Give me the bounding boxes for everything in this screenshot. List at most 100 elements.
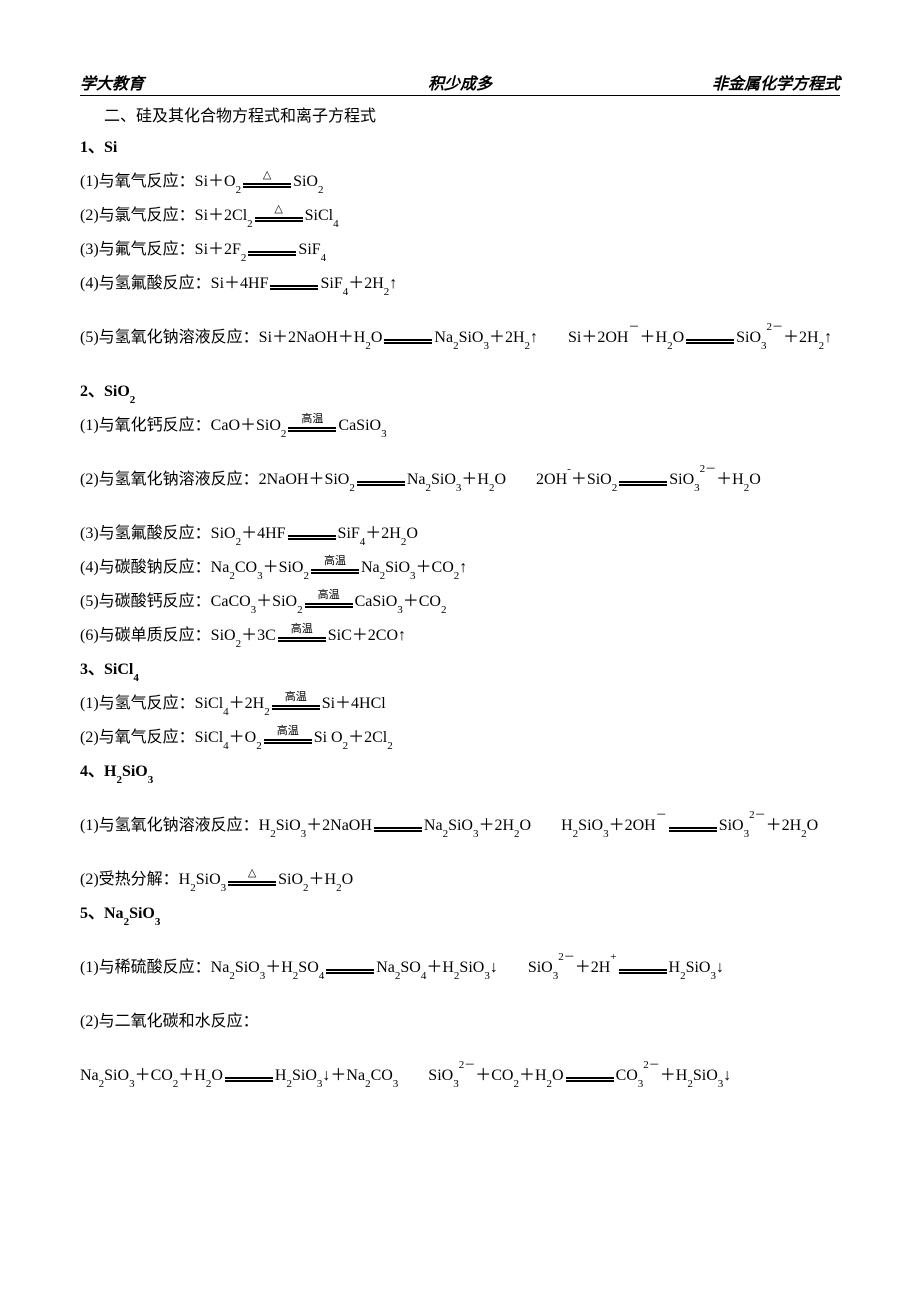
equation-lhs: SiO32－＋CO2＋H2O (428, 1067, 563, 1084)
equation-lhs: SiCl4＋O2 (195, 729, 262, 746)
reaction-condition: △ (255, 204, 303, 215)
reaction-line: (2)受热分解：H2SiO3△SiO2＋H2O (80, 868, 840, 892)
equation-lhs: Si＋O2 (195, 173, 241, 190)
reaction-arrow-icon (619, 470, 667, 488)
section-heading: 5、Na2SiO3 (80, 902, 840, 926)
reaction-condition: 高温 (264, 726, 312, 737)
reaction-line: (1)与稀硫酸反应：Na2SiO3＋H2SO4 Na2SO4＋H2SiO3↓ SiO… (80, 956, 840, 980)
equation-lhs: Na2SiO3＋H2SO4 (211, 959, 325, 976)
equation-lhs: SiCl4＋2H2 (195, 695, 270, 712)
document-page: 学大教育 积少成多 非金属化学方程式 二、硅及其化合物方程式和离子方程式 1、S… (0, 0, 920, 1148)
equation-lhs: Si＋2F2 (195, 241, 247, 258)
reaction-line: (1)与氢氧化钠溶液反应：H2SiO3＋2NaOHNa2SiO3＋2H2OH2S… (80, 814, 840, 838)
reaction-label: (5)与碳酸钙反应： (80, 593, 211, 610)
reaction-label: (2)与二氧化碳和水反应： (80, 1013, 259, 1030)
reaction-line: (4)与碳酸钠反应：Na2CO3＋SiO2高温Na2SiO3＋CO2↑ (80, 556, 840, 580)
reaction-condition: 高温 (305, 590, 353, 601)
equation-lhs: H2SiO3＋2OH－ (561, 817, 667, 834)
reaction-arrow-icon (669, 816, 717, 834)
reaction-line: (4)与氢氟酸反应：Si＋4HFSiF4＋2H2↑ (80, 272, 840, 296)
reaction-line: (2)与氢氧化钠溶液反应：2NaOH＋SiO2Na2SiO3＋H2O2OH-＋S… (80, 468, 840, 492)
reaction-line: (5)与碳酸钙反应：CaCO3＋SiO2高温CaSiO3＋CO2 (80, 590, 840, 614)
equation-rhs: Na2SiO3＋H2O (407, 471, 506, 488)
equation-lhs: Si＋2OH－＋H2O (568, 329, 684, 346)
reaction-arrow-icon: △ (255, 206, 303, 224)
reaction-arrow-icon (270, 274, 318, 292)
equation-rhs: Si O2＋2Cl2 (314, 729, 393, 746)
reaction-label: (1)与稀硫酸反应： (80, 959, 211, 976)
equation-lhs: SiO32－＋2H+ (528, 959, 617, 976)
reaction-condition: △ (228, 868, 276, 879)
reaction-arrow-icon (619, 958, 667, 976)
reaction-arrow-icon (288, 524, 336, 542)
reaction-arrow-icon (374, 816, 422, 834)
equation-rhs: SiO32－＋2H2↑ (736, 329, 832, 346)
equation-lhs: 2NaOH＋SiO2 (259, 471, 355, 488)
reaction-line: (3)与氢氟酸反应：SiO2＋4HF SiF4＋2H2O (80, 522, 840, 546)
equation-lhs: CaO＋SiO2 (211, 417, 287, 434)
equation-lhs: SiO2＋4HF (211, 525, 286, 542)
reaction-line: (1)与氧气反应：Si＋O2△SiO2 (80, 170, 840, 194)
equation-rhs: SiC＋2CO↑ (328, 627, 406, 644)
reaction-line: (3)与氟气反应：Si＋2F2 SiF4 (80, 238, 840, 262)
reaction-arrow-icon: 高温 (305, 592, 353, 610)
reaction-arrow-icon: 高温 (272, 694, 320, 712)
reaction-condition: 高温 (272, 692, 320, 703)
reaction-condition: △ (243, 170, 291, 181)
document-body: 1、Si(1)与氧气反应：Si＋O2△SiO2(2)与氯气反应：Si＋2Cl2△… (80, 136, 840, 1088)
reaction-arrow-icon: 高温 (311, 558, 359, 576)
header-center: 积少成多 (333, 70, 586, 94)
header-right: 非金属化学方程式 (587, 70, 840, 94)
reaction-label: (4)与碳酸钠反应： (80, 559, 211, 576)
reaction-label: (3)与氢氟酸反应： (80, 525, 211, 542)
reaction-condition: 高温 (311, 556, 359, 567)
equation-rhs: Na2SO4＋H2SiO3↓ (376, 959, 498, 976)
reaction-label: (4)与氢氟酸反应： (80, 275, 211, 292)
reaction-label: (2)与氯气反应： (80, 207, 195, 224)
equation-lhs: Si＋4HF (211, 275, 269, 292)
equation-lhs: H2SiO3 (179, 871, 226, 888)
document-title: 二、硅及其化合物方程式和离子方程式 (104, 102, 840, 126)
reaction-arrow-icon: △ (228, 870, 276, 888)
equation-rhs: SiO2＋H2O (278, 871, 353, 888)
reaction-arrow-icon (326, 958, 374, 976)
equation-rhs: Na2SiO3＋CO2↑ (361, 559, 467, 576)
section-heading: 4、H2SiO3 (80, 760, 840, 784)
reaction-line: (2)与二氧化碳和水反应： (80, 1010, 840, 1034)
equation-lhs: Si＋2Cl2 (195, 207, 253, 224)
reaction-arrow-icon (384, 328, 432, 346)
header-left: 学大教育 (80, 70, 333, 94)
reaction-line: Na2SiO3＋CO2＋H2OH2SiO3↓＋Na2CO3SiO32－＋CO2＋… (80, 1064, 840, 1088)
equation-lhs: 2OH-＋SiO2 (536, 471, 617, 488)
reaction-arrow-icon (357, 470, 405, 488)
equation-rhs: SiF4＋2H2O (338, 525, 418, 542)
section-heading: 1、Si (80, 136, 840, 160)
page-header: 学大教育 积少成多 非金属化学方程式 (80, 70, 840, 96)
reaction-line: (5)与氢氧化钠溶液反应：Si＋2NaOH＋H2ONa2SiO3＋2H2↑Si＋… (80, 326, 840, 350)
reaction-arrow-icon: 高温 (278, 626, 326, 644)
equation-lhs: Na2SiO3＋CO2＋H2O (80, 1067, 223, 1084)
reaction-label: (1)与氢氧化钠溶液反应： (80, 817, 259, 834)
reaction-label: (2)受热分解： (80, 871, 179, 888)
equation-rhs: SiF4 (298, 241, 326, 258)
section-heading: 2、SiO2 (80, 380, 840, 404)
equation-rhs: Na2SiO3＋2H2O (424, 817, 531, 834)
equation-rhs: SiO32－＋H2O (669, 471, 761, 488)
equation-rhs: Na2SiO3＋2H2↑ (434, 329, 538, 346)
reaction-label: (1)与氧化钙反应： (80, 417, 211, 434)
reaction-label: (2)与氧气反应： (80, 729, 195, 746)
reaction-arrow-icon (248, 240, 296, 258)
equation-lhs: Si＋2NaOH＋H2O (259, 329, 383, 346)
equation-rhs: SiO2 (293, 173, 323, 190)
reaction-arrow-icon: 高温 (264, 728, 312, 746)
reaction-condition: 高温 (288, 414, 336, 425)
reaction-arrow-icon: △ (243, 172, 291, 190)
reaction-line: (1)与氧化钙反应：CaO＋SiO2高温CaSiO3 (80, 414, 840, 438)
reaction-label: (1)与氢气反应： (80, 695, 195, 712)
reaction-line: (6)与碳单质反应：SiO2＋3C高温SiC＋2CO↑ (80, 624, 840, 648)
reaction-condition: 高温 (278, 624, 326, 635)
reaction-label: (3)与氟气反应： (80, 241, 195, 258)
reaction-label: (1)与氧气反应： (80, 173, 195, 190)
reaction-line: (1)与氢气反应：SiCl4＋2H2高温Si＋4HCl (80, 692, 840, 716)
reaction-line: (2)与氧气反应：SiCl4＋O2高温Si O2＋2Cl2 (80, 726, 840, 750)
